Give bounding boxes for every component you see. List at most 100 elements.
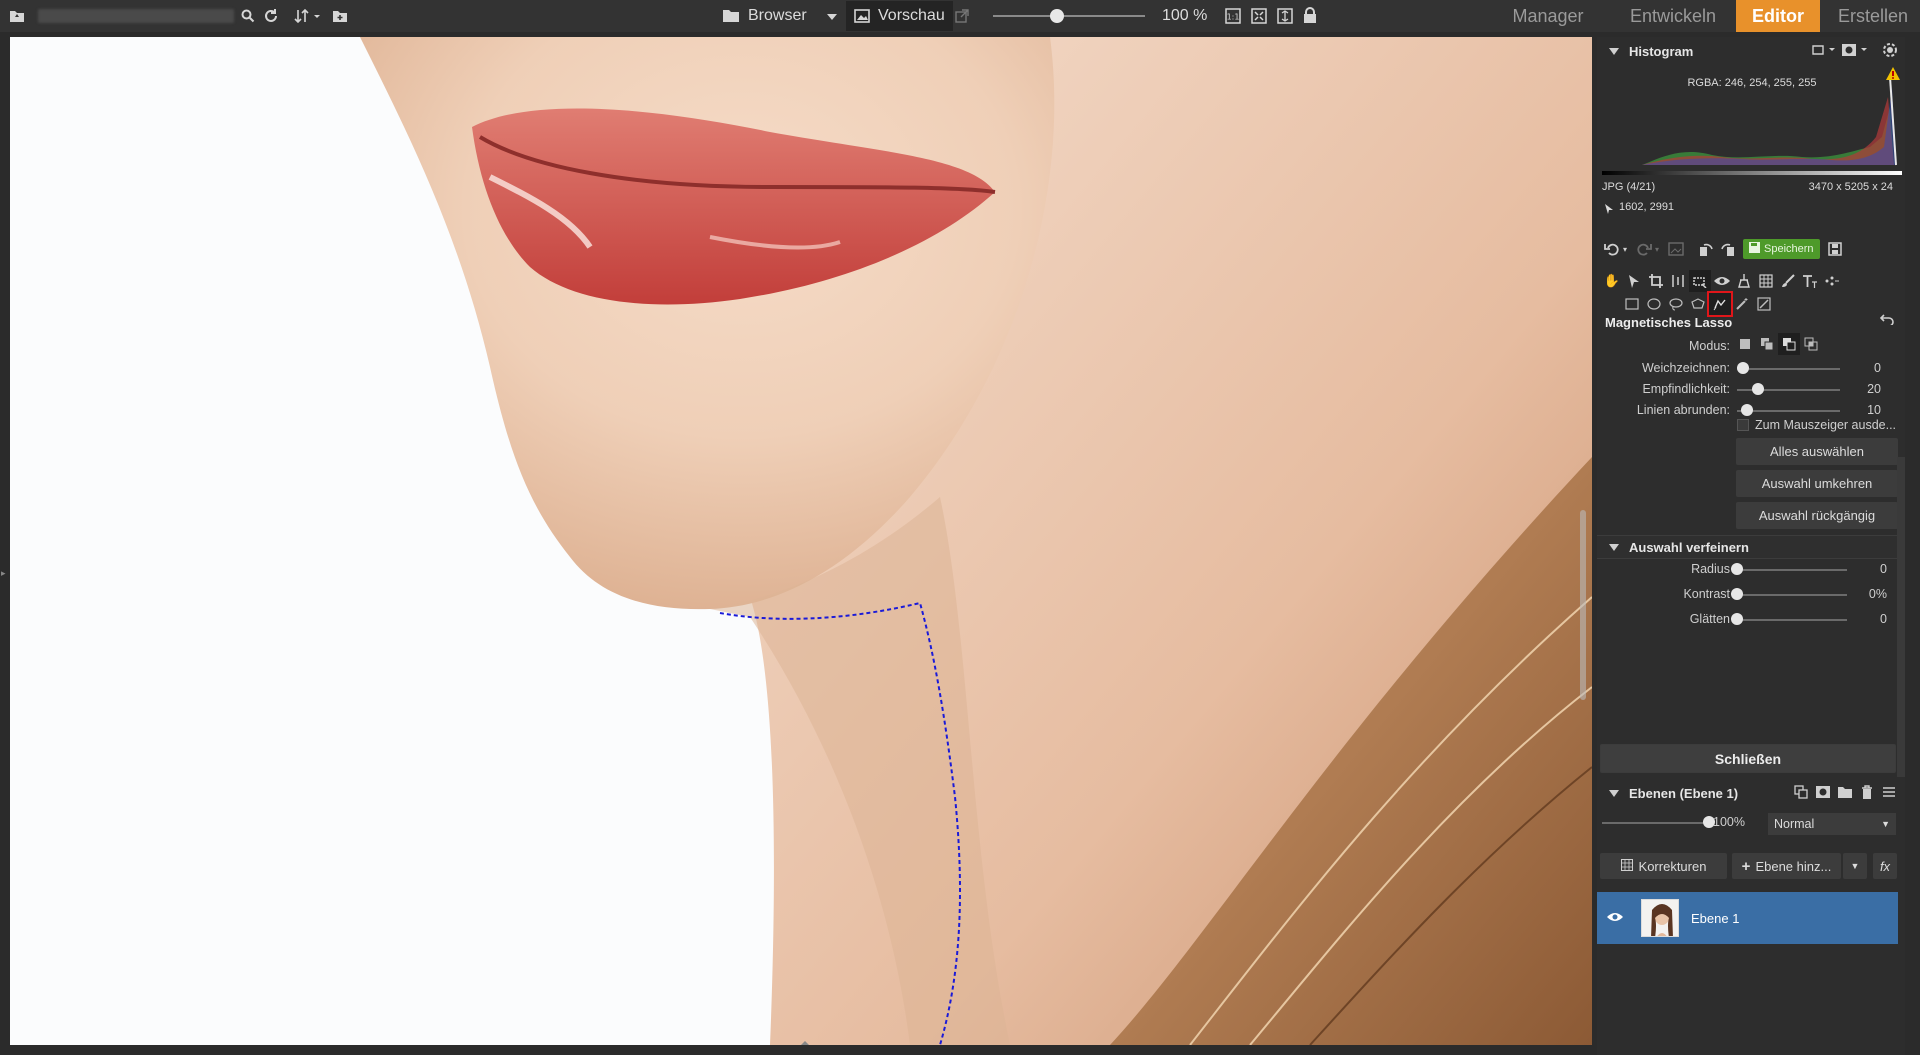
brush-tool-icon[interactable]: [1777, 270, 1799, 292]
fit-1to1-icon[interactable]: 1:1: [1224, 7, 1242, 25]
radius-knob[interactable]: [1731, 563, 1743, 575]
lasso-icon[interactable]: [1665, 293, 1687, 315]
redo-icon[interactable]: [1633, 238, 1655, 260]
fx-button[interactable]: fx: [1873, 853, 1897, 879]
mode-new-icon[interactable]: [1734, 333, 1756, 355]
select-tool-icon[interactable]: [1623, 270, 1645, 292]
layer-name: Ebene 1: [1691, 910, 1740, 926]
gear-icon[interactable]: [1882, 42, 1898, 58]
add-layer-button[interactable]: + Ebene hinz...: [1732, 853, 1841, 879]
selection-tool-icon[interactable]: [1689, 270, 1711, 292]
tab-manager[interactable]: Manager: [1506, 0, 1590, 32]
tool-row-main: ✋: [1601, 270, 1843, 292]
history-icon[interactable]: [1665, 238, 1687, 260]
invert-selection-button[interactable]: Auswahl umkehren: [1736, 470, 1898, 497]
layer-row[interactable]: Ebene 1: [1597, 892, 1898, 944]
external-window-icon[interactable]: [954, 8, 970, 24]
vertical-scrollbar[interactable]: [1580, 510, 1586, 700]
redo-dropdown-icon[interactable]: ▾: [1655, 245, 1665, 254]
reset-tool-icon[interactable]: [1879, 313, 1894, 328]
weichzeichnen-knob[interactable]: [1737, 362, 1750, 374]
glaetten-slider[interactable]: [1737, 619, 1847, 621]
empfindlichkeit-knob[interactable]: [1751, 383, 1764, 395]
save-label: Speichern: [1764, 243, 1814, 255]
browser-button[interactable]: Browser: [722, 0, 807, 32]
corrections-button[interactable]: Korrekturen: [1600, 853, 1727, 879]
ellipse-select-icon[interactable]: [1643, 293, 1665, 315]
polygon-lasso-icon[interactable]: [1687, 293, 1709, 315]
selection-mode-icon[interactable]: [1812, 43, 1838, 57]
warning-icon[interactable]: [1886, 67, 1900, 83]
kontrast-slider[interactable]: [1737, 594, 1847, 596]
opacity-slider[interactable]: [1602, 822, 1709, 824]
new-folder-icon[interactable]: [331, 8, 349, 24]
grid-icon: [1620, 858, 1633, 874]
fit-screen-icon[interactable]: [1250, 7, 1268, 25]
refine-label-glaetten: Glätten: [1689, 612, 1730, 626]
eye-icon[interactable]: [1607, 911, 1625, 925]
add-layer-dropdown[interactable]: ▼: [1843, 853, 1867, 879]
clone-tool-icon[interactable]: [1733, 270, 1755, 292]
chevron-down-icon[interactable]: [826, 12, 838, 22]
mask-icon[interactable]: [1841, 43, 1869, 57]
glaetten-knob[interactable]: [1731, 613, 1743, 625]
duplicate-layer-icon[interactable]: [1790, 781, 1812, 803]
magnetic-lasso-icon[interactable]: [1707, 291, 1733, 317]
weichzeichnen-slider[interactable]: [1737, 368, 1840, 370]
expand-left-icon[interactable]: ▸: [1, 568, 6, 579]
refresh-icon[interactable]: [262, 8, 280, 24]
save-button[interactable]: Speichern: [1743, 239, 1820, 259]
close-button[interactable]: Schließen: [1600, 744, 1896, 773]
menu-icon[interactable]: [1878, 781, 1900, 803]
more-tools-icon[interactable]: [1821, 270, 1843, 292]
rotate-right-icon[interactable]: [1717, 238, 1739, 260]
image-canvas[interactable]: [10, 37, 1592, 1045]
save-as-icon[interactable]: [1824, 238, 1846, 260]
path-field[interactable]: [38, 9, 234, 23]
grid-tool-icon[interactable]: [1755, 270, 1777, 292]
delete-layer-icon[interactable]: [1856, 781, 1878, 803]
layer-actions: [1790, 781, 1900, 803]
open-folder-icon[interactable]: [8, 8, 26, 24]
mode-add-icon[interactable]: [1756, 333, 1778, 355]
layer-mask-icon[interactable]: [1812, 781, 1834, 803]
refine-value-radius: 0: [1880, 562, 1887, 576]
crop-tool-icon[interactable]: [1645, 270, 1667, 292]
magic-wand-icon[interactable]: [1731, 293, 1753, 315]
file-info: JPG (4/21): [1602, 181, 1656, 193]
sort-icon[interactable]: [293, 8, 323, 24]
rotate-left-icon[interactable]: [1695, 238, 1717, 260]
radius-slider[interactable]: [1737, 569, 1847, 571]
tab-entwickeln[interactable]: Entwickeln: [1622, 0, 1724, 32]
rect-select-icon[interactable]: [1621, 293, 1643, 315]
hand-tool-icon[interactable]: ✋: [1601, 270, 1623, 292]
mode-subtract-icon[interactable]: [1778, 333, 1800, 355]
preview-button[interactable]: Vorschau: [846, 1, 953, 31]
mode-intersect-icon[interactable]: [1800, 333, 1822, 355]
search-icon[interactable]: [240, 8, 256, 24]
follow-cursor-checkbox-row[interactable]: Zum Mauszeiger ausde...: [1737, 418, 1896, 432]
tab-erstellen[interactable]: Erstellen: [1826, 0, 1920, 32]
opacity-value: 100%: [1713, 815, 1745, 829]
undo-selection-button[interactable]: Auswahl rückgängig: [1736, 502, 1898, 529]
tab-editor[interactable]: Editor: [1736, 0, 1820, 32]
red-eye-tool-icon[interactable]: [1711, 270, 1733, 292]
expand-bottom-icon[interactable]: [800, 1041, 810, 1045]
blend-mode-select[interactable]: Normal ▼: [1768, 813, 1896, 835]
panel-scrollbar[interactable]: [1897, 457, 1905, 777]
undo-dropdown-icon[interactable]: ▾: [1623, 245, 1633, 254]
lock-icon[interactable]: [1302, 6, 1318, 24]
fit-height-icon[interactable]: [1276, 7, 1294, 25]
straighten-tool-icon[interactable]: [1667, 270, 1689, 292]
zoom-slider-knob[interactable]: [1049, 9, 1064, 23]
kontrast-knob[interactable]: [1731, 588, 1743, 600]
zoom-slider-track[interactable]: [993, 15, 1145, 17]
select-all-button[interactable]: Alles auswählen: [1736, 438, 1898, 465]
follow-cursor-checkbox[interactable]: [1737, 419, 1749, 431]
refine-header[interactable]: Auswahl verfeinern: [1597, 535, 1897, 559]
layer-folder-icon[interactable]: [1834, 781, 1856, 803]
brush-mask-icon[interactable]: [1753, 293, 1775, 315]
linien-abrunden-knob[interactable]: [1741, 404, 1754, 416]
undo-icon[interactable]: [1601, 238, 1623, 260]
text-tool-icon[interactable]: [1799, 270, 1821, 292]
